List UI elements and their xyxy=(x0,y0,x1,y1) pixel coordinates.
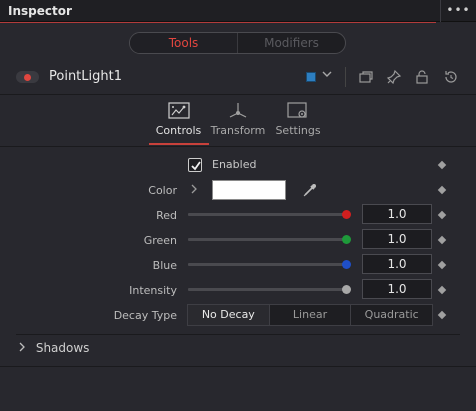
keyframe-diamond-icon[interactable] xyxy=(437,285,447,295)
intensity-slider-knob[interactable] xyxy=(342,285,351,294)
decay-option-linear[interactable]: Linear xyxy=(268,305,351,325)
red-value-input[interactable]: 1.0 xyxy=(362,204,432,224)
blue-slider-track[interactable] xyxy=(188,263,346,266)
node-enable-toggle[interactable] xyxy=(16,71,39,83)
keyframe-diamond-icon[interactable] xyxy=(437,235,447,245)
controls-icon xyxy=(167,101,191,121)
toggle-dot-icon xyxy=(24,74,31,81)
intensity-value-input[interactable]: 1.0 xyxy=(362,279,432,299)
green-slider-track[interactable] xyxy=(188,238,346,241)
green-slider-knob[interactable] xyxy=(342,235,351,244)
tab-transform[interactable]: Transform xyxy=(209,101,267,137)
tab-controls[interactable]: Controls xyxy=(150,101,207,137)
tab-settings[interactable]: Settings xyxy=(272,101,324,137)
color-swatch[interactable] xyxy=(212,180,286,200)
decay-type-label: Decay Type xyxy=(113,309,177,322)
versions-icon[interactable] xyxy=(358,69,374,85)
more-dots-icon[interactable]: ••• xyxy=(440,0,476,22)
bottom-separator xyxy=(0,366,476,367)
chevron-right-icon[interactable] xyxy=(190,183,198,197)
active-tab-underline xyxy=(149,143,209,145)
titlebar-accent-line xyxy=(0,22,436,23)
keyframe-diamond-icon[interactable] xyxy=(437,210,447,220)
red-label: Red xyxy=(156,209,177,222)
tab-label: Controls xyxy=(155,124,202,137)
keyframe-diamond-icon[interactable] xyxy=(437,260,447,270)
blue-label: Blue xyxy=(152,259,177,272)
shadows-label: Shadows xyxy=(35,341,90,355)
intensity-label: Intensity xyxy=(129,284,177,297)
checkmark-icon xyxy=(191,161,201,171)
blue-value-input[interactable]: 1.0 xyxy=(362,254,432,274)
panel-title: Inspector xyxy=(8,4,72,18)
tab-label: Transform xyxy=(210,124,266,137)
pin-icon[interactable] xyxy=(386,69,402,85)
transform-icon xyxy=(226,101,250,121)
reset-icon[interactable] xyxy=(443,69,459,85)
decay-option-no-decay[interactable]: No Decay xyxy=(188,305,269,325)
section-separator xyxy=(16,334,460,335)
decay-type-selector: No Decay Linear Quadratic xyxy=(187,304,433,326)
mode-switch: Tools Modifiers xyxy=(129,32,346,54)
intensity-slider-track[interactable] xyxy=(188,288,346,291)
color-tag-swatch[interactable] xyxy=(306,72,316,82)
enabled-checkbox[interactable] xyxy=(188,158,202,172)
red-slider-track[interactable] xyxy=(188,213,346,216)
keyframe-diamond-icon[interactable] xyxy=(437,310,447,320)
inspector-titlebar: Inspector ••• xyxy=(0,0,476,22)
shadows-section-header[interactable]: Shadows xyxy=(18,341,89,355)
blue-slider-knob[interactable] xyxy=(342,260,351,269)
color-label: Color xyxy=(148,184,177,197)
chevron-down-icon[interactable] xyxy=(322,69,332,82)
tools-tab-button[interactable]: Tools xyxy=(130,33,238,53)
green-value-input[interactable]: 1.0 xyxy=(362,229,432,249)
tab-label: Settings xyxy=(275,124,321,137)
node-name: PointLight1 xyxy=(49,69,122,84)
green-label: Green xyxy=(143,234,177,247)
enabled-label: Enabled xyxy=(212,158,257,171)
decay-option-quadratic[interactable]: Quadratic xyxy=(350,305,432,325)
settings-icon xyxy=(286,101,310,121)
chevron-right-icon xyxy=(18,341,32,355)
lock-icon[interactable] xyxy=(414,69,430,85)
keyframe-diamond-icon[interactable] xyxy=(437,185,447,195)
modifiers-tab-button[interactable]: Modifiers xyxy=(238,33,345,53)
tabs-separator xyxy=(0,146,476,147)
header-divider xyxy=(345,67,346,87)
red-slider-knob[interactable] xyxy=(342,210,351,219)
keyframe-diamond-icon[interactable] xyxy=(437,160,447,170)
eyedropper-icon[interactable] xyxy=(302,182,318,198)
header-separator xyxy=(0,94,476,95)
